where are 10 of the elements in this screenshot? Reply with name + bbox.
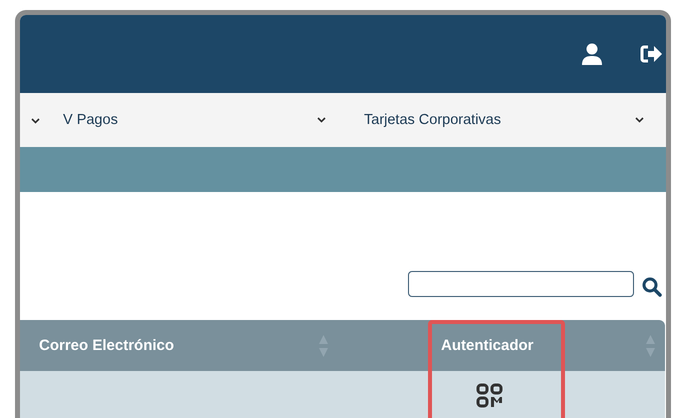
chevron-down-icon[interactable] (317, 117, 326, 123)
search-field[interactable] (408, 271, 634, 297)
nav-menu-item[interactable]: V Pagos (63, 112, 317, 128)
nav-menu-item[interactable]: Tarjetas Corporativas (364, 112, 635, 128)
search-icon[interactable] (642, 277, 662, 297)
user-icon[interactable] (582, 43, 602, 65)
chevron-down-icon[interactable] (635, 117, 644, 123)
chevron-down-icon[interactable] (31, 118, 40, 124)
logout-icon[interactable] (640, 45, 662, 63)
qr-code-icon[interactable] (476, 383, 504, 409)
